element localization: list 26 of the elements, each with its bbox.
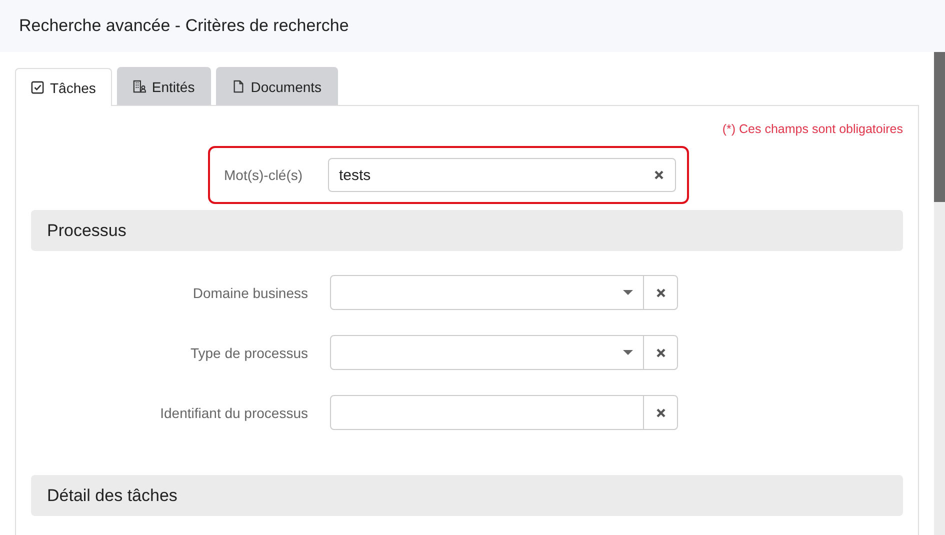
keyword-field[interactable]: tests <box>328 158 676 192</box>
scrollbar[interactable] <box>934 52 945 535</box>
window-title: Recherche avancée - Critères de recherche <box>19 16 349 36</box>
section-title: Détail des tâches <box>47 486 178 506</box>
input-field[interactable] <box>330 395 678 430</box>
field-label: Mot(s)-clé(s) <box>224 167 304 183</box>
close-icon <box>656 408 666 418</box>
close-icon <box>654 170 664 180</box>
caret-icon <box>623 350 633 356</box>
field-label: Identifiant du processus <box>159 404 308 420</box>
close-icon <box>656 288 666 298</box>
field-label: Domaine business <box>192 284 308 300</box>
document-icon <box>232 80 245 93</box>
dropdown-field[interactable] <box>330 335 678 370</box>
caret-icon <box>623 290 633 296</box>
building-icon <box>132 80 146 93</box>
checkbox-icon <box>31 81 44 94</box>
section-title: Processus <box>47 220 126 240</box>
tab[interactable]: Entités <box>116 67 211 105</box>
tab[interactable]: Documents <box>216 67 338 105</box>
scrollbar-thumb[interactable] <box>934 52 945 202</box>
tab[interactable]: Tâches <box>15 68 112 106</box>
field-label: Type de processus <box>189 344 308 360</box>
dropdown-field[interactable] <box>330 275 678 310</box>
close-icon <box>656 348 666 358</box>
required-note: (*) Ces champs sont obligatoires <box>721 122 903 136</box>
